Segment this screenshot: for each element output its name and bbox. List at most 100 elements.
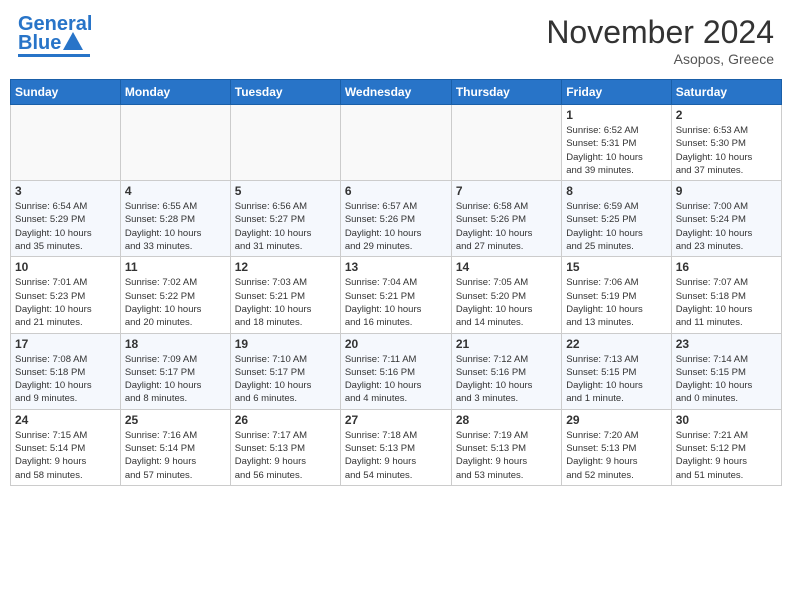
day-info: Sunrise: 7:12 AMSunset: 5:16 PMDaylight:… [456, 353, 557, 406]
day-info: Sunrise: 7:04 AMSunset: 5:21 PMDaylight:… [345, 276, 447, 329]
day-number: 11 [125, 260, 226, 274]
calendar-cell: 19Sunrise: 7:10 AMSunset: 5:17 PMDayligh… [230, 333, 340, 409]
day-info: Sunrise: 7:02 AMSunset: 5:22 PMDaylight:… [125, 276, 226, 329]
calendar-cell: 28 Sunrise: 7:19 AMSunset: 5:13 PMDayligh… [451, 409, 561, 485]
calendar-cell: 1 Sunrise: 6:52 AMSunset: 5:31 PMDaylight… [562, 105, 671, 181]
day-number: 16 [676, 260, 777, 274]
day-number: 22 [566, 337, 666, 351]
day-number: 3 [15, 184, 116, 198]
calendar-cell [230, 105, 340, 181]
day-number: 29 [566, 413, 666, 427]
day-info: Sunrise: 6:52 AMSunset: 5:31 PMDaylight:… [566, 124, 666, 177]
day-number: 2 [676, 108, 777, 122]
day-info: Sunrise: 7:20 AMSunset: 5:13 PMDaylight:… [566, 429, 666, 482]
day-number: 24 [15, 413, 116, 427]
logo-icon [63, 32, 83, 50]
week-row-1: 1 Sunrise: 6:52 AMSunset: 5:31 PMDaylight… [11, 105, 782, 181]
calendar-cell: 26Sunrise: 7:17 AMSunset: 5:13 PMDayligh… [230, 409, 340, 485]
day-info: Sunrise: 7:06 AMSunset: 5:19 PMDaylight:… [566, 276, 666, 329]
day-info: Sunrise: 7:11 AMSunset: 5:16 PMDaylight:… [345, 353, 447, 406]
day-info: Sunrise: 7:00 AMSunset: 5:24 PMDaylight:… [676, 200, 777, 253]
logo-text2: Blue [18, 33, 61, 53]
day-number: 8 [566, 184, 666, 198]
calendar-cell: 20 Sunrise: 7:11 AMSunset: 5:16 PMDayligh… [340, 333, 451, 409]
col-header-saturday: Saturday [671, 80, 781, 105]
day-number: 27 [345, 413, 447, 427]
calendar-cell: 12Sunrise: 7:03 AMSunset: 5:21 PMDayligh… [230, 257, 340, 333]
day-info: Sunrise: 7:13 AMSunset: 5:15 PMDaylight:… [566, 353, 666, 406]
calendar-cell: 5 Sunrise: 6:56 AMSunset: 5:27 PMDaylight… [230, 181, 340, 257]
day-number: 14 [456, 260, 557, 274]
calendar-cell: 18 Sunrise: 7:09 AMSunset: 5:17 PMDayligh… [120, 333, 230, 409]
calendar-cell: 14 Sunrise: 7:05 AMSunset: 5:20 PMDayligh… [451, 257, 561, 333]
day-info: Sunrise: 7:14 AMSunset: 5:15 PMDaylight:… [676, 353, 777, 406]
col-header-friday: Friday [562, 80, 671, 105]
day-number: 18 [125, 337, 226, 351]
calendar-cell: 9 Sunrise: 7:00 AMSunset: 5:24 PMDaylight… [671, 181, 781, 257]
day-info: Sunrise: 6:54 AMSunset: 5:29 PMDaylight:… [15, 200, 116, 253]
day-number: 13 [345, 260, 447, 274]
day-info: Sunrise: 6:57 AMSunset: 5:26 PMDaylight:… [345, 200, 447, 253]
day-info: Sunrise: 6:53 AMSunset: 5:30 PMDaylight:… [676, 124, 777, 177]
calendar-cell: 10Sunrise: 7:01 AMSunset: 5:23 PMDayligh… [11, 257, 121, 333]
day-number: 4 [125, 184, 226, 198]
title-block: November 2024 Asopos, Greece [546, 14, 774, 67]
day-number: 9 [676, 184, 777, 198]
calendar-cell [451, 105, 561, 181]
page-title: November 2024 [546, 14, 774, 51]
calendar-cell [120, 105, 230, 181]
week-row-2: 3 Sunrise: 6:54 AMSunset: 5:29 PMDaylight… [11, 181, 782, 257]
calendar-cell: 24 Sunrise: 7:15 AMSunset: 5:14 PMDayligh… [11, 409, 121, 485]
col-header-sunday: Sunday [11, 80, 121, 105]
calendar-cell: 3 Sunrise: 6:54 AMSunset: 5:29 PMDaylight… [11, 181, 121, 257]
calendar-cell: 16 Sunrise: 7:07 AMSunset: 5:18 PMDayligh… [671, 257, 781, 333]
day-info: Sunrise: 7:15 AMSunset: 5:14 PMDaylight:… [15, 429, 116, 482]
day-number: 30 [676, 413, 777, 427]
calendar-header-row: SundayMondayTuesdayWednesdayThursdayFrid… [11, 80, 782, 105]
day-number: 26 [235, 413, 336, 427]
day-info: Sunrise: 7:10 AMSunset: 5:17 PMDaylight:… [235, 353, 336, 406]
day-info: Sunrise: 7:05 AMSunset: 5:20 PMDaylight:… [456, 276, 557, 329]
day-info: Sunrise: 6:56 AMSunset: 5:27 PMDaylight:… [235, 200, 336, 253]
day-number: 10 [15, 260, 116, 274]
day-number: 28 [456, 413, 557, 427]
day-info: Sunrise: 7:19 AMSunset: 5:13 PMDaylight:… [456, 429, 557, 482]
col-header-thursday: Thursday [451, 80, 561, 105]
calendar-cell: 11 Sunrise: 7:02 AMSunset: 5:22 PMDayligh… [120, 257, 230, 333]
calendar-cell [11, 105, 121, 181]
day-info: Sunrise: 7:09 AMSunset: 5:17 PMDaylight:… [125, 353, 226, 406]
calendar-cell: 23 Sunrise: 7:14 AMSunset: 5:15 PMDayligh… [671, 333, 781, 409]
calendar-cell: 17 Sunrise: 7:08 AMSunset: 5:18 PMDayligh… [11, 333, 121, 409]
calendar-cell: 30 Sunrise: 7:21 AMSunset: 5:12 PMDayligh… [671, 409, 781, 485]
calendar-cell: 22 Sunrise: 7:13 AMSunset: 5:15 PMDayligh… [562, 333, 671, 409]
day-number: 17 [15, 337, 116, 351]
day-number: 20 [345, 337, 447, 351]
day-number: 5 [235, 184, 336, 198]
day-info: Sunrise: 6:55 AMSunset: 5:28 PMDaylight:… [125, 200, 226, 253]
calendar-cell: 4 Sunrise: 6:55 AMSunset: 5:28 PMDaylight… [120, 181, 230, 257]
week-row-3: 10Sunrise: 7:01 AMSunset: 5:23 PMDayligh… [11, 257, 782, 333]
calendar-cell: 8Sunrise: 6:59 AMSunset: 5:25 PMDaylight… [562, 181, 671, 257]
calendar-cell: 29 Sunrise: 7:20 AMSunset: 5:13 PMDayligh… [562, 409, 671, 485]
col-header-wednesday: Wednesday [340, 80, 451, 105]
calendar-cell [340, 105, 451, 181]
calendar-table: SundayMondayTuesdayWednesdayThursdayFrid… [10, 79, 782, 486]
calendar-cell: 7Sunrise: 6:58 AMSunset: 5:26 PMDaylight… [451, 181, 561, 257]
calendar-cell: 15 Sunrise: 7:06 AMSunset: 5:19 PMDayligh… [562, 257, 671, 333]
day-number: 15 [566, 260, 666, 274]
week-row-4: 17 Sunrise: 7:08 AMSunset: 5:18 PMDayligh… [11, 333, 782, 409]
day-info: Sunrise: 7:08 AMSunset: 5:18 PMDaylight:… [15, 353, 116, 406]
calendar-cell: 25 Sunrise: 7:16 AMSunset: 5:14 PMDayligh… [120, 409, 230, 485]
day-info: Sunrise: 7:07 AMSunset: 5:18 PMDaylight:… [676, 276, 777, 329]
col-header-monday: Monday [120, 80, 230, 105]
day-info: Sunrise: 7:18 AMSunset: 5:13 PMDaylight:… [345, 429, 447, 482]
day-info: Sunrise: 7:16 AMSunset: 5:14 PMDaylight:… [125, 429, 226, 482]
calendar-cell: 27 Sunrise: 7:18 AMSunset: 5:13 PMDayligh… [340, 409, 451, 485]
calendar-cell: 21Sunrise: 7:12 AMSunset: 5:16 PMDayligh… [451, 333, 561, 409]
day-number: 23 [676, 337, 777, 351]
day-number: 7 [456, 184, 557, 198]
day-info: Sunrise: 7:21 AMSunset: 5:12 PMDaylight:… [676, 429, 777, 482]
day-number: 25 [125, 413, 226, 427]
day-number: 1 [566, 108, 666, 122]
week-row-5: 24 Sunrise: 7:15 AMSunset: 5:14 PMDayligh… [11, 409, 782, 485]
